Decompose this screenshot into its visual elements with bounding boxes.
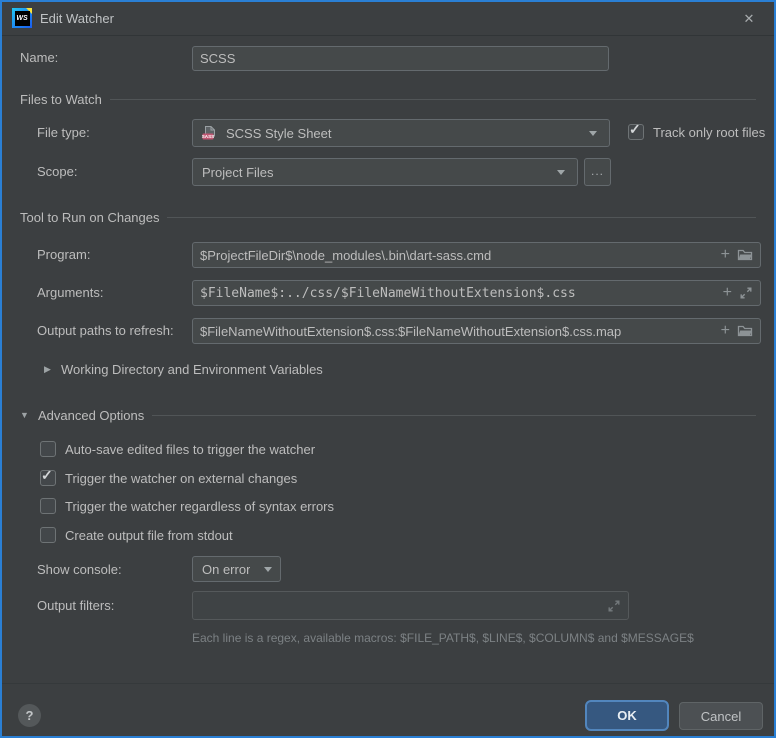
output-filters-hint: Each line is a regex, available macros: … xyxy=(192,631,694,645)
autosave-checkbox[interactable]: ✓ xyxy=(40,441,56,457)
webstorm-icon-badge: WS xyxy=(15,11,30,26)
external-changes-checkbox[interactable]: ✓ xyxy=(40,470,56,486)
checkbox-row-stdout[interactable]: ✓ Create output file from stdout xyxy=(40,526,233,544)
output-paths-field[interactable]: $FileNameWithoutExtension$.css:$FileName… xyxy=(192,318,761,344)
output-paths-label: Output paths to refresh: xyxy=(37,323,174,339)
output-filters-label: Output filters: xyxy=(37,598,114,614)
chevron-down-icon xyxy=(264,567,272,572)
browse-folder-icon[interactable] xyxy=(737,323,753,339)
scope-browse-button[interactable]: ... xyxy=(584,158,611,186)
output-paths-value: $FileNameWithoutExtension$.css:$FileName… xyxy=(193,324,621,339)
stdout-label[interactable]: Create output file from stdout xyxy=(65,528,233,543)
program-value: $ProjectFileDir$\node_modules\.bin\dart-… xyxy=(193,248,491,263)
track-only-root-files-label[interactable]: Track only root files xyxy=(653,125,765,140)
external-changes-label[interactable]: Trigger the watcher on external changes xyxy=(65,471,297,486)
working-directory-toggle[interactable]: ▶ Working Directory and Environment Vari… xyxy=(44,362,323,377)
advanced-options-label: Advanced Options xyxy=(38,408,144,423)
browse-folder-icon[interactable] xyxy=(737,247,753,263)
show-console-value: On error xyxy=(193,562,250,577)
arguments-field[interactable]: $FileName$:../css/$FileNameWithoutExtens… xyxy=(192,280,761,306)
section-files-to-watch-title: Files to Watch xyxy=(20,92,102,107)
help-button[interactable]: ? xyxy=(18,704,41,727)
arguments-value: $FileName$:../css/$FileNameWithoutExtens… xyxy=(193,286,576,301)
expand-icon[interactable] xyxy=(607,599,621,613)
program-field[interactable]: $ProjectFileDir$\node_modules\.bin\dart-… xyxy=(192,242,761,268)
checkbox-row-autosave[interactable]: ✓ Auto-save edited files to trigger the … xyxy=(40,440,315,458)
syntax-errors-label[interactable]: Trigger the watcher regardless of syntax… xyxy=(65,499,334,514)
chevron-down-expander-icon: ▼ xyxy=(20,410,30,420)
section-divider xyxy=(167,217,756,218)
close-icon[interactable]: ✕ xyxy=(740,10,758,28)
name-input[interactable] xyxy=(193,51,608,66)
chevron-down-icon xyxy=(589,131,597,136)
chevron-right-icon: ▶ xyxy=(44,364,54,375)
autosave-label[interactable]: Auto-save edited files to trigger the wa… xyxy=(65,442,315,457)
stdout-checkbox[interactable]: ✓ xyxy=(40,527,56,543)
output-filters-input[interactable] xyxy=(193,598,607,613)
name-field[interactable] xyxy=(192,46,609,71)
scope-label: Scope: xyxy=(37,164,77,180)
output-filters-field[interactable] xyxy=(192,591,629,620)
expand-icon[interactable] xyxy=(739,286,753,300)
checkbox-row-external-changes[interactable]: ✓ Trigger the watcher on external change… xyxy=(40,469,297,487)
show-console-label: Show console: xyxy=(37,562,122,578)
working-directory-label: Working Directory and Environment Variab… xyxy=(61,362,323,377)
name-label: Name: xyxy=(20,50,58,66)
section-files-to-watch: Files to Watch xyxy=(20,91,756,107)
syntax-errors-checkbox[interactable]: ✓ xyxy=(40,498,56,514)
show-console-dropdown[interactable]: On error xyxy=(192,556,281,582)
svg-text:SASS: SASS xyxy=(202,134,215,139)
chevron-down-icon xyxy=(557,170,565,175)
section-divider xyxy=(110,99,756,100)
program-label: Program: xyxy=(37,247,90,263)
insert-macro-icon[interactable]: + xyxy=(721,248,730,262)
section-tool-to-run-title: Tool to Run on Changes xyxy=(20,210,159,225)
scope-value: Project Files xyxy=(193,165,274,180)
footer-divider xyxy=(2,683,774,684)
insert-macro-icon[interactable]: + xyxy=(723,286,732,300)
checkmark-icon: ✓ xyxy=(41,467,53,484)
title-bar[interactable]: WS Edit Watcher ✕ xyxy=(2,2,774,36)
scope-dropdown[interactable]: Project Files xyxy=(192,158,578,186)
dialog-title: Edit Watcher xyxy=(40,2,114,35)
ok-button[interactable]: OK xyxy=(585,700,669,731)
track-only-root-files-checkbox[interactable]: ✓ xyxy=(628,124,644,140)
insert-macro-icon[interactable]: + xyxy=(721,324,730,338)
file-type-dropdown[interactable]: SASS SCSS Style Sheet xyxy=(192,119,610,147)
arguments-label: Arguments: xyxy=(37,285,103,301)
file-type-value: SCSS Style Sheet xyxy=(217,126,332,141)
file-type-label: File type: xyxy=(37,125,90,141)
checkmark-icon: ✓ xyxy=(629,121,641,138)
scss-file-icon: SASS xyxy=(201,125,217,141)
section-divider xyxy=(152,415,756,416)
webstorm-icon: WS xyxy=(12,8,32,28)
checkbox-row-syntax-errors[interactable]: ✓ Trigger the watcher regardless of synt… xyxy=(40,497,334,515)
advanced-options-toggle[interactable]: ▼ Advanced Options xyxy=(20,407,756,423)
edit-watcher-dialog: WS Edit Watcher ✕ Name: Files to Watch F… xyxy=(0,0,776,738)
section-tool-to-run: Tool to Run on Changes xyxy=(20,209,756,225)
cancel-button[interactable]: Cancel xyxy=(679,702,763,730)
track-only-root-files-row[interactable]: ✓ Track only root files xyxy=(628,123,765,141)
